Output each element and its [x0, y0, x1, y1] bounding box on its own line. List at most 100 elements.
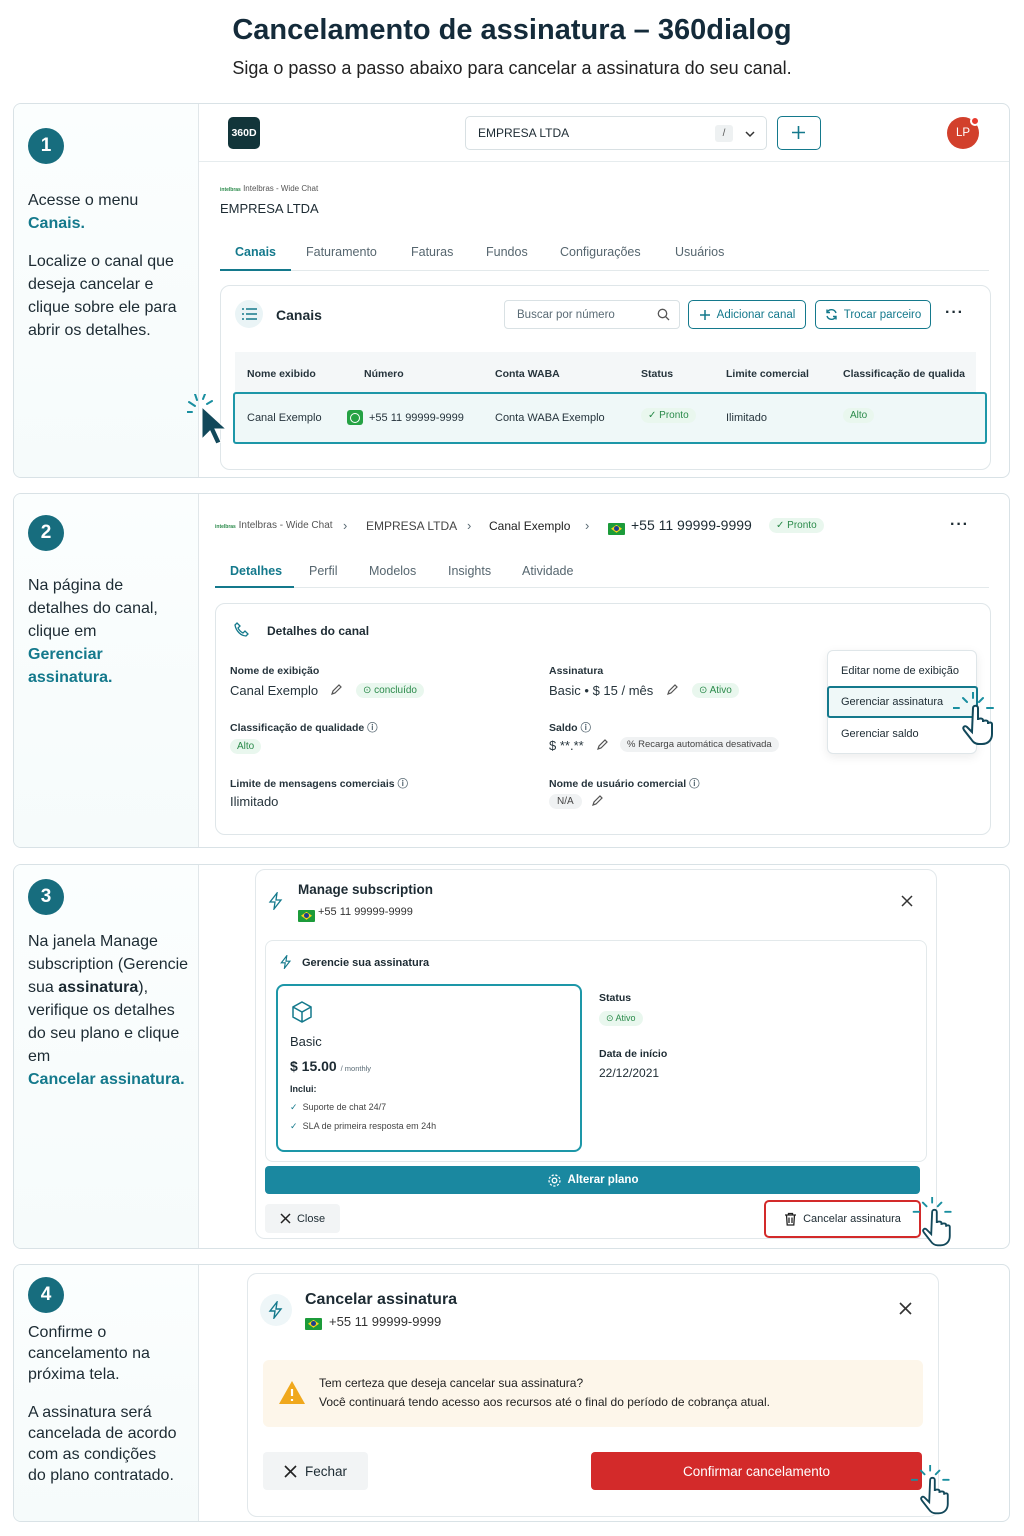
chevron-right-icon: ›	[343, 518, 348, 533]
close-icon	[280, 1213, 291, 1224]
phone-icon	[234, 622, 249, 637]
lightning-icon	[260, 1294, 292, 1326]
warning-icon	[279, 1381, 305, 1404]
cancel-subscription-button[interactable]: Cancelar assinatura	[764, 1200, 921, 1238]
step-text: Confirme o cancelamento na próxima tela.	[28, 1324, 150, 1383]
status-label: Status	[599, 992, 632, 1004]
menu-item-edit-name[interactable]: Editar nome de exibição	[841, 665, 959, 677]
field-label: Nome de usuário comercial ⓘ	[549, 778, 700, 790]
partner-brand: intelbras Intelbras - Wide Chat	[220, 184, 319, 193]
step-number: 2	[28, 515, 64, 551]
includes-label: Inclui:	[290, 1084, 317, 1094]
change-plan-button[interactable]: Alterar plano	[265, 1166, 920, 1194]
field-label: Saldo ⓘ	[549, 722, 592, 734]
step-number: 1	[28, 128, 64, 164]
tab-usuarios[interactable]: Usuários	[675, 245, 724, 259]
breadcrumb-channel[interactable]: Canal Exemplo	[489, 519, 570, 533]
column-header: Conta WABA	[495, 368, 560, 380]
status-badge: ✓ Pronto	[769, 518, 824, 533]
tab-insights[interactable]: Insights	[448, 564, 491, 578]
column-header: Limite comercial	[726, 368, 809, 380]
hand-pointer-icon	[911, 1465, 953, 1517]
cursor-click-icon	[187, 394, 237, 454]
hand-pointer-icon	[953, 692, 997, 748]
balance-value: $ **.**	[549, 738, 584, 753]
step-2-screenshot: intelbras Intelbras - Wide Chat › EMPRES…	[199, 494, 1009, 847]
app-logo[interactable]: 360D	[228, 117, 260, 149]
chevron-right-icon: ›	[585, 518, 590, 533]
tab-faturamento[interactable]: Faturamento	[306, 245, 377, 259]
column-header: Classificação de qualida	[843, 368, 965, 380]
close-button[interactable]: Close	[265, 1204, 340, 1233]
step-text: A assinatura será cancelada de acordo co…	[28, 1404, 177, 1484]
tab-detalhes[interactable]: Detalhes	[230, 564, 282, 578]
tab-faturas[interactable]: Faturas	[411, 245, 453, 259]
display-name-value: Canal Exemplo	[230, 683, 319, 698]
step-text: Na página de detalhes do canal, clique e…	[28, 577, 158, 686]
tab-modelos[interactable]: Modelos	[369, 564, 416, 578]
more-options-icon[interactable]: ···	[950, 516, 969, 534]
page-title: Cancelamento de assinatura – 360dialog	[232, 14, 792, 46]
section-title: Canais	[276, 307, 322, 323]
list-icon	[235, 300, 263, 328]
row-limit: Ilimitado	[726, 412, 767, 424]
breadcrumb-phone: +55 11 99999-9999	[631, 517, 752, 533]
brazil-flag-icon	[305, 1317, 322, 1330]
add-button[interactable]	[777, 116, 821, 150]
column-header: Número	[364, 368, 404, 380]
whatsapp-icon	[347, 410, 363, 425]
help-icon: ⓘ	[367, 722, 378, 734]
section-title: Gerencie sua assinatura	[302, 957, 430, 969]
tab-fundos[interactable]: Fundos	[486, 245, 528, 259]
tab-canais[interactable]: Canais	[235, 245, 276, 259]
plus-icon	[792, 126, 805, 139]
row-name: Canal Exemplo	[247, 412, 322, 424]
step-1-instructions: 1 Acesse o menu Canais. Localize o canal …	[14, 104, 199, 477]
step-3-instructions: 3 Na janela Manage subscription (Gerenci…	[14, 865, 199, 1248]
tab-atividade[interactable]: Atividade	[522, 564, 573, 578]
row-number: +55 11 99999-9999	[369, 412, 464, 424]
active-badge: ⊙ Ativo	[692, 683, 739, 698]
field-label: Classificação de qualidade ⓘ	[230, 722, 378, 734]
pencil-icon	[597, 739, 608, 750]
warning-box: Tem certeza que deseja cancelar sua assi…	[263, 1360, 923, 1427]
modal-phone: +55 11 99999-9999	[318, 906, 413, 918]
step-number: 3	[28, 879, 64, 915]
plan-price: $ 15.00 / monthly	[290, 1058, 372, 1074]
more-options-icon[interactable]: ···	[945, 304, 964, 322]
plan-name: Basic	[290, 1034, 322, 1049]
breadcrumb-partner[interactable]: intelbras Intelbras - Wide Chat	[215, 520, 333, 531]
status-badge: ✓ Pronto	[641, 408, 696, 423]
confirm-cancel-button[interactable]: Confirmar cancelamento	[591, 1452, 922, 1490]
gear-icon	[547, 1173, 561, 1187]
plan-card[interactable]: Basic $ 15.00 / monthly Inclui: ✓ Suport…	[276, 984, 582, 1152]
refresh-icon	[826, 308, 837, 321]
close-button[interactable]: Fechar	[263, 1452, 368, 1490]
warning-text: Você continuará tendo acesso aos recurso…	[319, 1395, 770, 1409]
completed-badge: ⊙ concluído	[356, 683, 424, 698]
step-4-screenshot: Cancelar assinatura +55 11 99999-9999 Te…	[199, 1265, 1009, 1521]
menu-item-manage-balance[interactable]: Gerenciar saldo	[841, 728, 919, 740]
field-label: Assinatura	[549, 665, 604, 677]
close-icon[interactable]	[899, 1302, 912, 1315]
plus-icon	[699, 309, 710, 320]
close-icon[interactable]	[901, 895, 913, 907]
recharge-badge: % Recarga automática desativada	[620, 737, 779, 752]
subscription-value: Basic • $ 15 / mês	[549, 683, 654, 698]
tab-configuracoes[interactable]: Configurações	[560, 245, 641, 259]
feature-item: ✓ SLA de primeira resposta em 24h	[290, 1121, 437, 1131]
switch-partner-button[interactable]: Trocar parceiro	[815, 300, 931, 329]
add-channel-button[interactable]: Adicionar canal	[688, 300, 806, 329]
warning-title: Tem certeza que deseja cancelar sua assi…	[319, 1376, 584, 1390]
status-badge: ⊙ Ativo	[599, 1011, 643, 1026]
step-4-panel: 4 Confirme o cancelamento na próxima tel…	[13, 1264, 1010, 1522]
modal-title: Cancelar assinatura	[305, 1291, 458, 1308]
breadcrumb-company[interactable]: EMPRESA LTDA	[366, 519, 457, 533]
pencil-icon	[667, 684, 678, 695]
tab-perfil[interactable]: Perfil	[309, 564, 337, 578]
company-select[interactable]: EMPRESA LTDA /	[465, 116, 767, 150]
close-icon	[284, 1464, 297, 1478]
rating-badge: Alto	[843, 408, 875, 423]
search-input[interactable]: Buscar por número	[504, 300, 680, 329]
username-value: N/A	[549, 794, 582, 809]
